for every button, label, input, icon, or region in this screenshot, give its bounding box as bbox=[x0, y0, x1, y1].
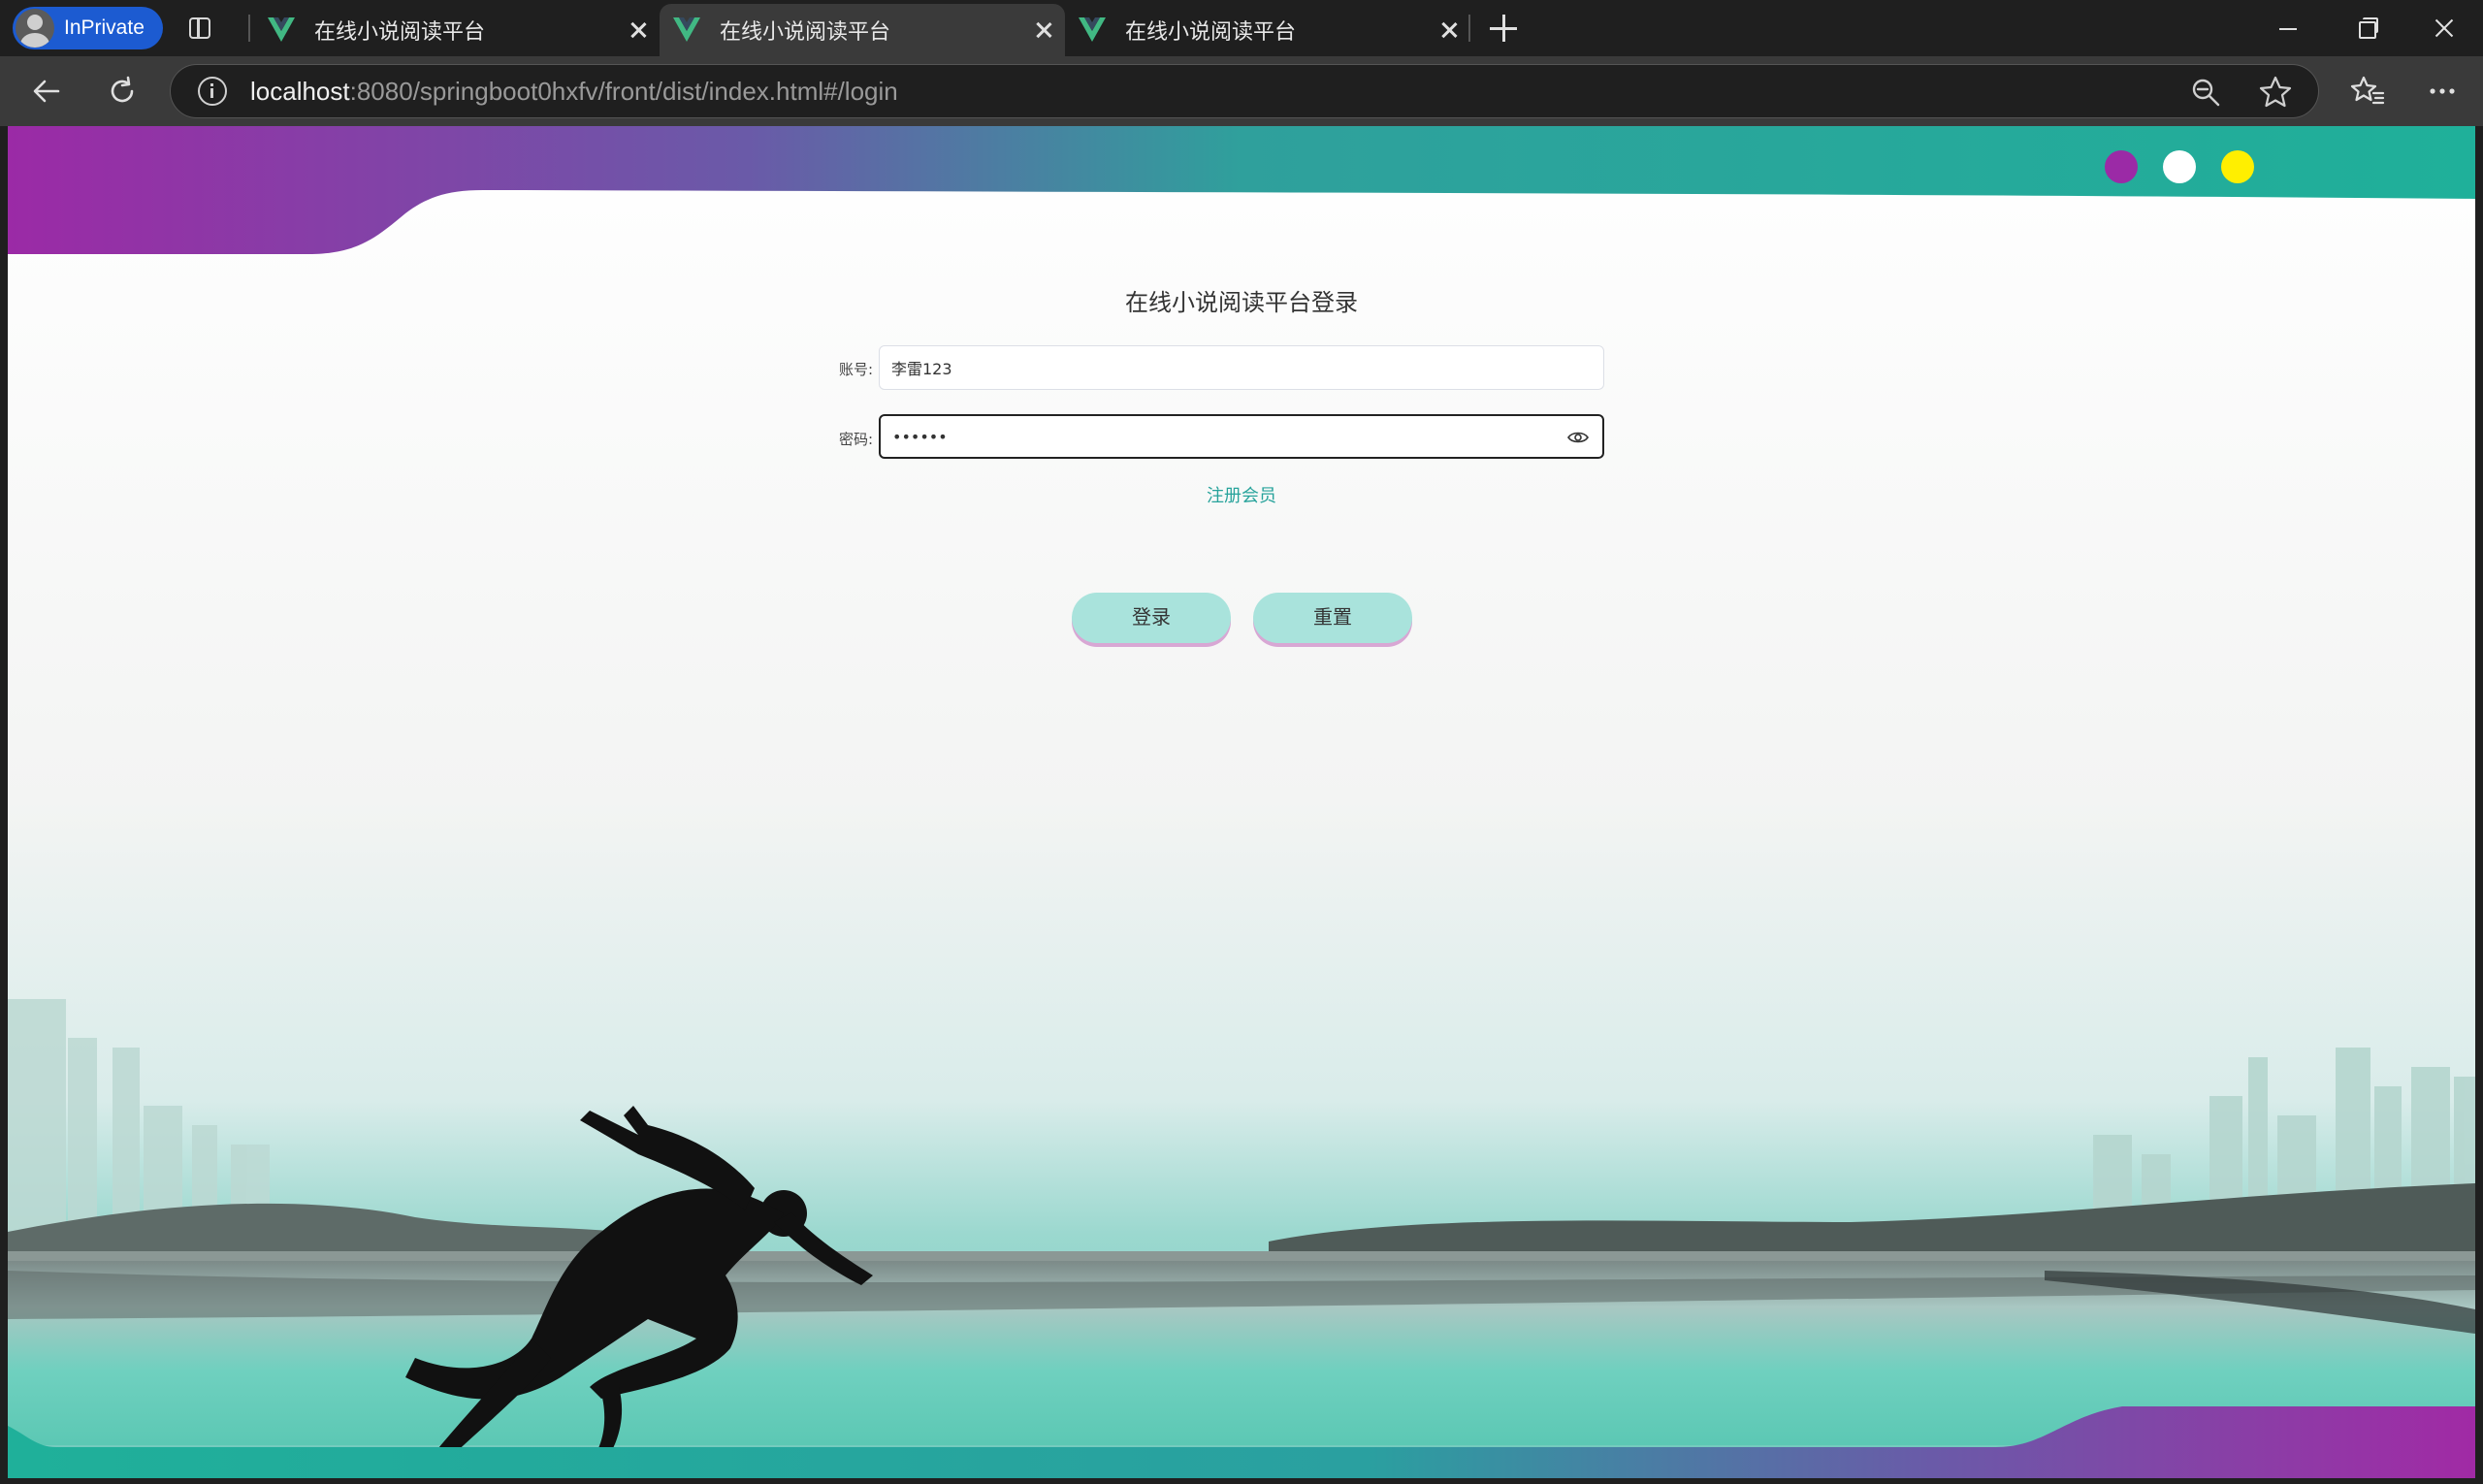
minimize-button[interactable] bbox=[2248, 0, 2326, 56]
inprivate-label: InPrivate bbox=[64, 16, 145, 39]
page-viewport: 在线小说阅读平台登录 账号: 李雷123 密码: •••••• 注册会员 登录 … bbox=[8, 126, 2475, 1478]
url-path: :8080/springboot0hxfv/front/dist/index.h… bbox=[349, 76, 898, 106]
reset-button[interactable]: 重置 bbox=[1253, 593, 1412, 643]
tab-separator bbox=[1468, 15, 1470, 42]
yellow-theme-dot[interactable] bbox=[2221, 150, 2254, 183]
password-value: •••••• bbox=[892, 427, 948, 446]
url-text[interactable]: localhost:8080/springboot0hxfv/front/dis… bbox=[250, 77, 898, 107]
new-tab-button[interactable] bbox=[1488, 13, 1519, 44]
address-bar[interactable]: localhost:8080/springboot0hxfv/front/dis… bbox=[170, 64, 2319, 118]
password-label: 密码: bbox=[838, 431, 873, 448]
browser-tab-strip: InPrivate 在线小说阅读平台 在线小说阅读平台 在线小说阅读平台 bbox=[0, 0, 2483, 56]
refresh-icon bbox=[111, 76, 134, 103]
vue-logo-icon bbox=[673, 17, 700, 42]
tab-title: 在线小说阅读平台 bbox=[314, 20, 486, 45]
window-close-button[interactable] bbox=[2405, 0, 2483, 56]
restore-button[interactable] bbox=[2326, 0, 2403, 56]
url-host: localhost bbox=[250, 76, 350, 106]
star-icon[interactable] bbox=[2258, 75, 2293, 110]
tab-1[interactable]: 在线小说阅读平台 bbox=[254, 4, 660, 56]
theme-dots bbox=[2105, 150, 2254, 183]
tab-title: 在线小说阅读平台 bbox=[720, 20, 891, 45]
favorites-button[interactable] bbox=[2346, 70, 2389, 113]
back-button[interactable] bbox=[25, 70, 68, 113]
browser-toolbar: localhost:8080/springboot0hxfv/front/dis… bbox=[0, 56, 2483, 126]
password-input[interactable]: •••••• bbox=[879, 414, 1604, 459]
tab-3[interactable]: 在线小说阅读平台 bbox=[1065, 4, 1470, 56]
account-input[interactable]: 李雷123 bbox=[879, 345, 1604, 390]
tab-separator bbox=[248, 15, 250, 42]
back-arrow-icon bbox=[33, 80, 60, 103]
tab-close-icon[interactable] bbox=[621, 13, 656, 48]
zoom-out-icon[interactable] bbox=[2190, 77, 2221, 108]
tab-actions-icon[interactable] bbox=[186, 15, 213, 42]
tab-close-icon[interactable] bbox=[1026, 13, 1061, 48]
account-value: 李雷123 bbox=[891, 360, 952, 378]
vue-logo-icon bbox=[268, 17, 295, 42]
tab-2-active[interactable]: 在线小说阅读平台 bbox=[660, 4, 1065, 56]
more-button[interactable] bbox=[2421, 70, 2464, 113]
refresh-button[interactable] bbox=[101, 70, 144, 113]
purple-theme-dot[interactable] bbox=[2105, 150, 2138, 183]
site-info-icon[interactable] bbox=[198, 77, 227, 106]
account-label: 账号: bbox=[838, 361, 873, 378]
login-title: 在线小说阅读平台登录 bbox=[1125, 289, 1358, 316]
register-link[interactable]: 注册会员 bbox=[8, 482, 2475, 507]
more-icon bbox=[2430, 88, 2455, 94]
eye-icon[interactable] bbox=[1567, 428, 1589, 447]
avatar bbox=[16, 9, 54, 48]
tab-title: 在线小说阅读平台 bbox=[1125, 20, 1297, 45]
background-scene bbox=[8, 126, 2475, 1478]
tab-close-icon[interactable] bbox=[1432, 13, 1467, 48]
vue-logo-icon bbox=[1079, 17, 1106, 42]
login-button[interactable]: 登录 bbox=[1072, 593, 1231, 643]
inprivate-badge[interactable]: InPrivate bbox=[13, 7, 163, 49]
favorites-icon bbox=[2350, 76, 2385, 105]
white-theme-dot[interactable] bbox=[2163, 150, 2196, 183]
